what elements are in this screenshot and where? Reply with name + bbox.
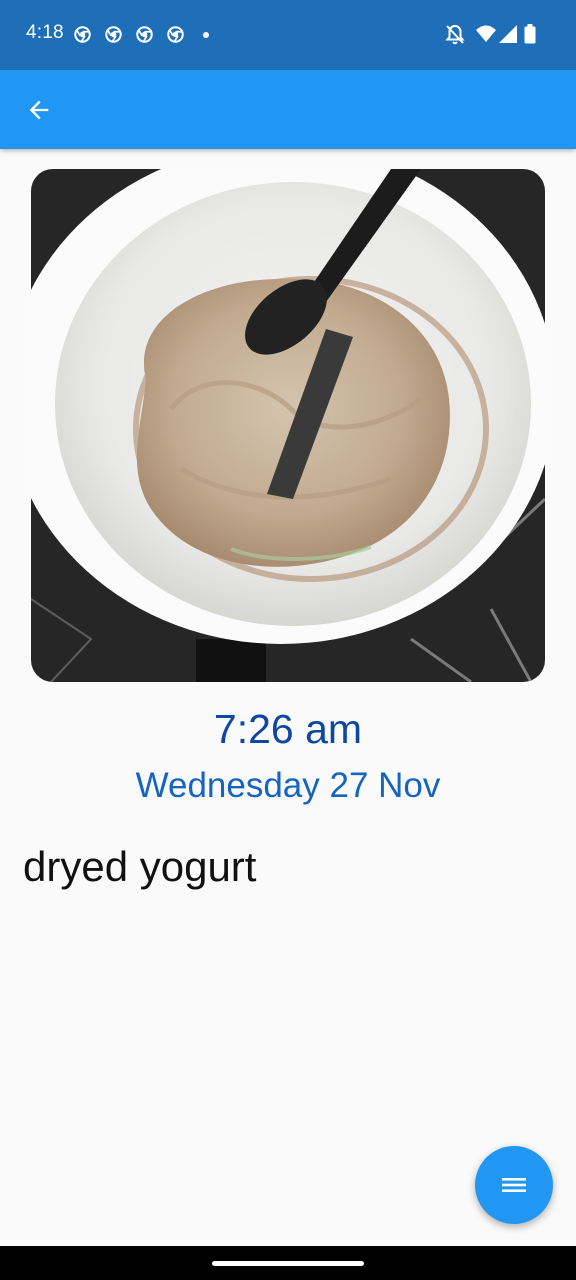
entry-time: 7:26 am (213, 706, 363, 752)
back-button[interactable] (14, 85, 64, 135)
entry-date: Wednesday 27 Nov (135, 766, 441, 805)
menu-icon (502, 1178, 526, 1192)
chrome-icon (74, 26, 91, 43)
signal-icon (499, 25, 517, 43)
wifi-icon (476, 25, 496, 42)
home-gesture-handle[interactable] (212, 1261, 364, 1266)
chrome-icon (105, 26, 122, 43)
chrome-icon (167, 26, 184, 43)
status-bar: 4:18 (0, 0, 576, 70)
screen: 4:18 7:26 am Wednesday 27 Nov dryed yogu… (0, 0, 576, 1280)
chrome-icon (136, 26, 153, 43)
entry-photo[interactable] (31, 169, 545, 682)
status-time: 4:18 (26, 22, 64, 43)
bell-off-icon (445, 24, 465, 45)
more-notifications-dot (203, 32, 209, 38)
navigation-bar (0, 1246, 576, 1280)
menu-fab-button[interactable] (475, 1146, 553, 1224)
yogurt-bowl-image (31, 169, 545, 682)
battery-icon (524, 24, 536, 44)
arrow-back-icon (29, 100, 49, 120)
app-bar (0, 70, 576, 149)
entry-note: dryed yogurt (23, 843, 257, 890)
